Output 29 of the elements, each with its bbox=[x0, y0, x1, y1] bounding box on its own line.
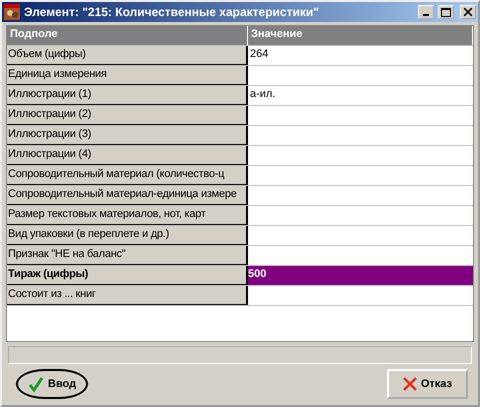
column-header: Подполе bbox=[7, 26, 248, 45]
close-icon bbox=[464, 8, 472, 16]
field-label[interactable]: Вид упаковки (в переплете и др.) bbox=[7, 226, 248, 245]
close-button[interactable] bbox=[460, 5, 476, 19]
ok-button[interactable]: Ввод bbox=[16, 369, 88, 399]
field-label[interactable]: Иллюстрации (1) bbox=[7, 86, 248, 105]
field-label[interactable]: Сопроводительный материал (количество-ц bbox=[7, 166, 248, 185]
field-label[interactable]: Признак "НЕ на баланс" bbox=[7, 246, 248, 265]
cross-icon bbox=[402, 377, 417, 391]
column-header: Значение bbox=[248, 26, 473, 45]
value-cell[interactable]: 264 bbox=[248, 46, 473, 65]
value-cell[interactable]: 500 bbox=[248, 266, 473, 285]
field-label[interactable]: Тираж (цифры) bbox=[7, 266, 248, 285]
field-label[interactable]: Объем (цифры) bbox=[7, 46, 248, 65]
field-label[interactable]: Иллюстрации (2) bbox=[7, 106, 248, 125]
checkmark-icon bbox=[28, 376, 44, 392]
field-label[interactable]: Размер текстовых материалов, нот, карт bbox=[7, 206, 248, 225]
field-label[interactable]: Иллюстрации (3) bbox=[7, 126, 248, 145]
field-label[interactable]: Состоит из ... книг bbox=[7, 286, 248, 305]
window-title: Элемент: "215: Количественные характеристики" bbox=[24, 5, 320, 19]
cancel-button[interactable]: Отказ bbox=[386, 369, 468, 399]
value-cell[interactable]: а-ил. bbox=[248, 86, 473, 105]
field-label[interactable]: Сопроводительный материал-единица измере bbox=[7, 186, 248, 205]
minimize-button[interactable] bbox=[418, 5, 434, 19]
maximize-icon bbox=[441, 8, 451, 16]
app-icon bbox=[4, 4, 20, 20]
field-label[interactable]: Единица измерения bbox=[7, 66, 248, 85]
field-label[interactable]: Иллюстрации (4) bbox=[7, 146, 248, 165]
maximize-button[interactable] bbox=[438, 5, 454, 19]
